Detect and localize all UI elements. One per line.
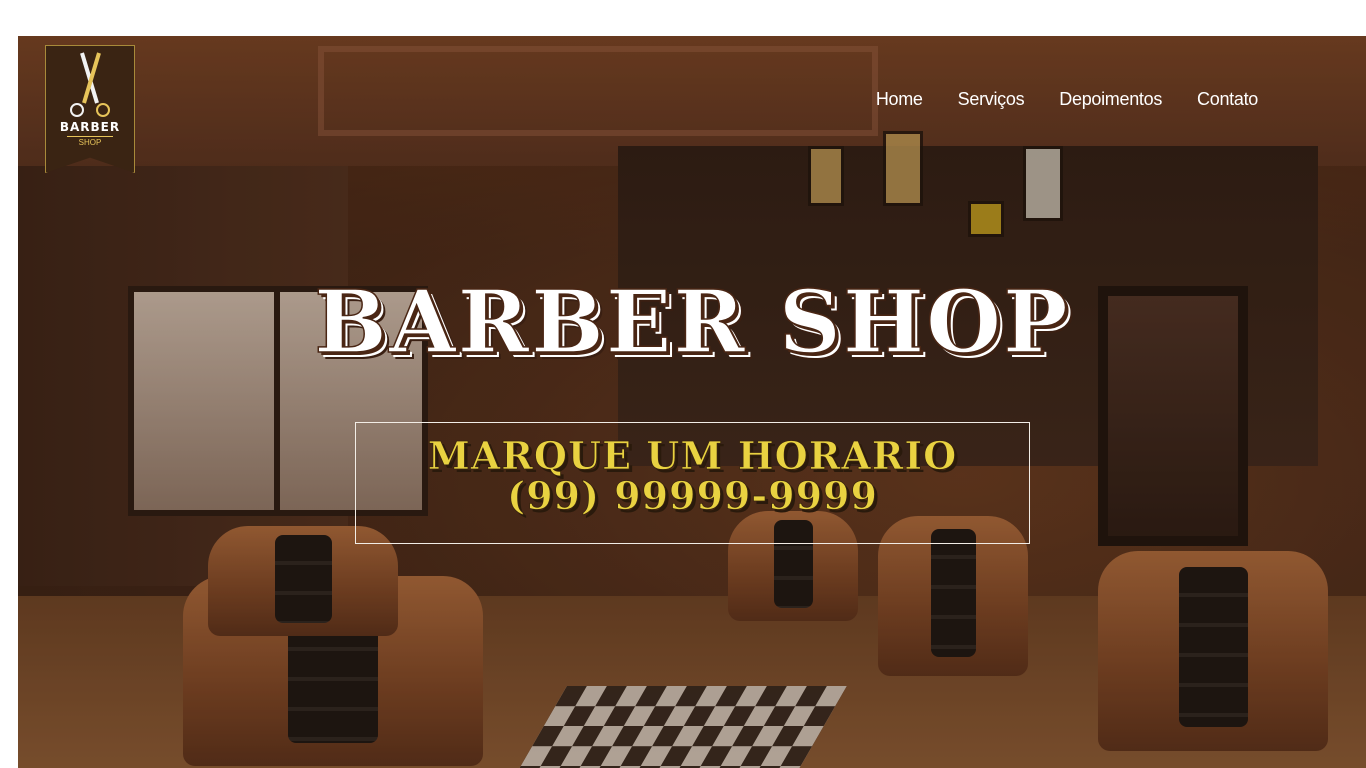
logo-name: BARBER — [59, 120, 121, 134]
nav-item-servicos[interactable]: Serviços — [958, 89, 1025, 110]
hero-title: BARBER SHOP — [314, 271, 1070, 374]
nav-item-contato[interactable]: Contato — [1197, 89, 1258, 110]
nav-item-home[interactable]: Home — [876, 89, 923, 110]
hero-section: BARBER SHOP Home Serviços Depoimentos Co… — [18, 36, 1366, 768]
logo-divider — [67, 136, 113, 137]
booking-cta-phone: (99) 99999-9999 — [507, 473, 878, 519]
hero-overlay — [18, 36, 1366, 768]
scissors-icon — [70, 52, 110, 117]
booking-cta[interactable]: MARQUE UM HORARIO (99) 99999-9999 — [355, 422, 1030, 544]
booking-cta-label: MARQUE UM HORARIO — [427, 433, 958, 479]
nav-item-depoimentos[interactable]: Depoimentos — [1059, 89, 1162, 110]
logo[interactable]: BARBER SHOP — [45, 45, 135, 173]
main-nav: Home Serviços Depoimentos Contato — [876, 89, 1258, 110]
logo-subtitle: SHOP — [78, 138, 102, 147]
